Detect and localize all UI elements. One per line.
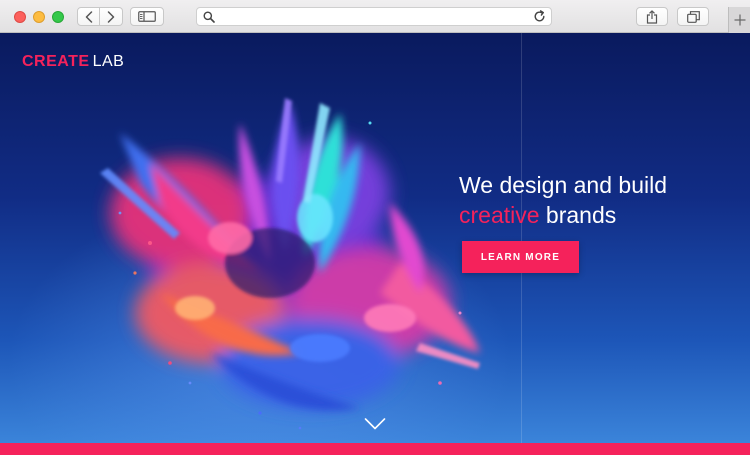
chevron-left-icon xyxy=(85,10,92,23)
new-tab-button[interactable] xyxy=(728,7,750,33)
sidebar-icon xyxy=(138,11,156,22)
hero-divider-line xyxy=(521,33,522,443)
chevron-down-icon[interactable] xyxy=(364,417,386,431)
share-icon xyxy=(646,9,658,24)
minimize-window-button[interactable] xyxy=(33,11,45,23)
address-bar[interactable] xyxy=(196,7,552,26)
footer-accent-bar xyxy=(0,443,750,455)
hero-headline: We design and build creative brands xyxy=(459,170,667,230)
back-button[interactable] xyxy=(77,7,100,26)
chevron-right-icon xyxy=(107,10,115,23)
forward-button[interactable] xyxy=(100,7,123,26)
learn-more-button[interactable]: LEARN MORE xyxy=(462,241,579,273)
color-powder-explosion-image xyxy=(100,98,480,430)
maximize-window-button[interactable] xyxy=(52,11,64,23)
tabs-icon xyxy=(686,10,700,23)
browser-toolbar xyxy=(0,0,750,33)
reload-icon[interactable] xyxy=(533,10,546,23)
logo-create-text: CREATE xyxy=(22,53,90,70)
sidebar-toggle-button[interactable] xyxy=(130,7,164,26)
headline-line-2-rest: brands xyxy=(539,202,617,228)
address-input[interactable] xyxy=(219,9,519,24)
share-button[interactable] xyxy=(636,7,668,26)
tabs-overview-button[interactable] xyxy=(677,7,709,26)
headline-line-2: creative brands xyxy=(459,200,667,230)
headline-line-1: We design and build xyxy=(459,172,667,198)
headline-accent-word: creative xyxy=(459,202,540,228)
browser-window: CREATE LAB We design and build creative b… xyxy=(0,0,750,455)
close-window-button[interactable] xyxy=(14,11,26,23)
site-logo[interactable]: CREATE LAB xyxy=(22,53,124,71)
logo-lab-text: LAB xyxy=(92,53,125,70)
hero-section: CREATE LAB We design and build creative b… xyxy=(0,33,750,443)
search-icon xyxy=(203,11,215,23)
plus-icon xyxy=(734,14,745,26)
